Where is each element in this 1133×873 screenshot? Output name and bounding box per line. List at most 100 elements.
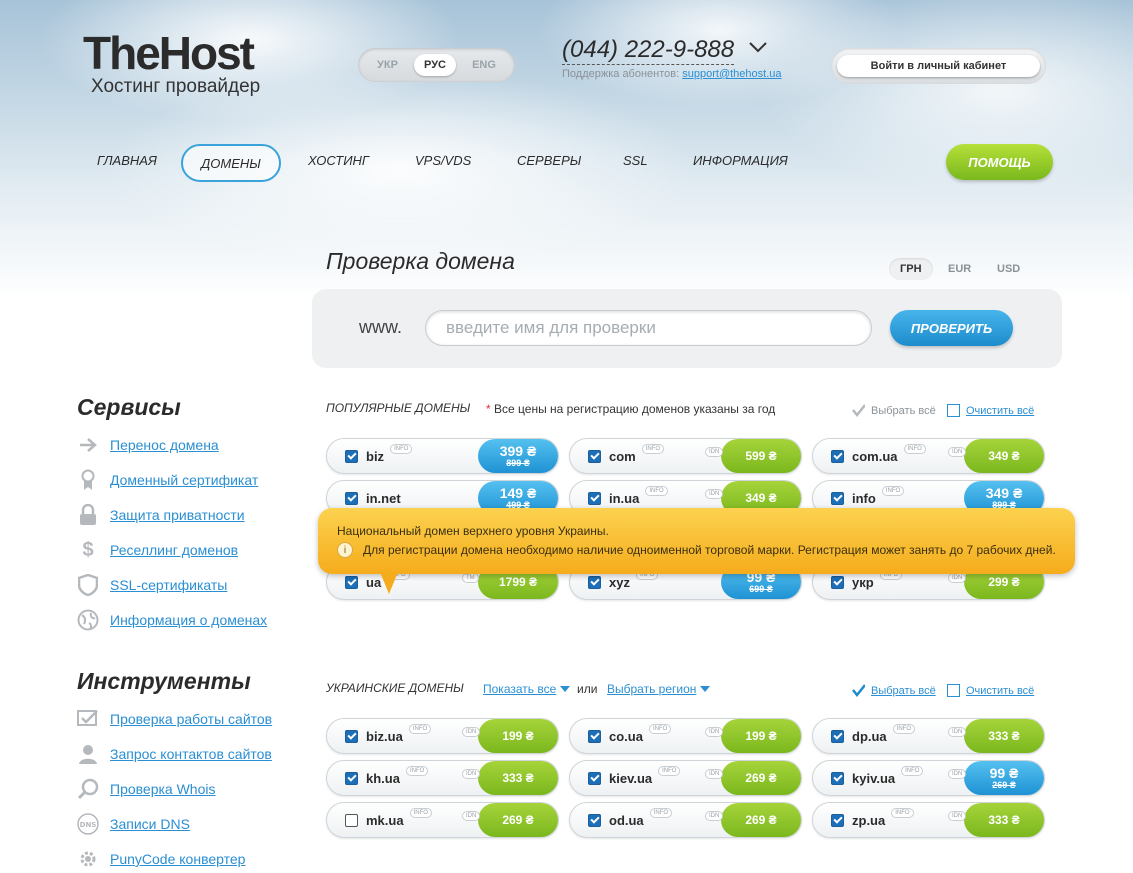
lang-rus[interactable]: РУС xyxy=(414,54,456,76)
sidebar-link-reselling[interactable]: $ Реселлинг доменов xyxy=(77,539,238,561)
info-badge[interactable]: INFO xyxy=(408,724,432,734)
domain-checkbox[interactable] xyxy=(831,491,844,505)
domain-pill-kh.ua[interactable]: kh.ua INFO IDN 333 ₴ xyxy=(326,760,559,796)
domain-pill-kyiv.ua[interactable]: kyiv.ua INFO IDN 99 ₴ 269 ₴ xyxy=(812,760,1045,796)
domain-checkbox[interactable] xyxy=(345,771,358,785)
select-region-dropdown[interactable]: Выбрать регион xyxy=(607,682,711,696)
help-button[interactable]: ПОМОЩЬ xyxy=(946,144,1053,180)
domain-checkbox[interactable] xyxy=(345,729,358,743)
domain-pill-com[interactable]: com INFO IDN 599 ₴ xyxy=(569,438,802,474)
empty-checkbox-icon[interactable] xyxy=(947,684,960,697)
phone-number[interactable]: (044) 222-9-888 xyxy=(562,36,735,65)
domain-checkbox[interactable] xyxy=(588,729,601,743)
domain-checkbox[interactable] xyxy=(588,449,601,463)
lang-ukr[interactable]: УКР xyxy=(367,54,408,76)
sidebar-link-label[interactable]: SSL-сертификаты xyxy=(110,577,227,593)
show-all-link[interactable]: Показать все xyxy=(483,682,556,696)
domain-checkbox[interactable] xyxy=(345,491,358,505)
select-all-label[interactable]: Выбрать всё xyxy=(871,405,936,417)
sidebar-link-domain-info[interactable]: Информация о доменах xyxy=(77,609,267,631)
sidebar-link-label[interactable]: Записи DNS xyxy=(110,816,190,832)
domain-pill-com.ua[interactable]: com.ua INFO IDN 349 ₴ xyxy=(812,438,1045,474)
sidebar-link-label[interactable]: Проверка Whois xyxy=(110,781,216,797)
nav-home[interactable]: ГЛАВНАЯ xyxy=(97,153,157,168)
domain-checkbox[interactable] xyxy=(588,813,601,827)
domain-search-input[interactable] xyxy=(425,310,872,346)
info-badge[interactable]: INFO xyxy=(881,486,905,496)
domain-pill-biz[interactable]: biz INFO 399 ₴ 899 ₴ xyxy=(326,438,559,474)
currency-uah[interactable]: ГРН xyxy=(889,258,933,280)
domain-pill-zp.ua[interactable]: zp.ua INFO IDN 333 ₴ xyxy=(812,802,1045,838)
sidebar-link-dns[interactable]: DNS Записи DNS xyxy=(77,813,190,835)
ukrainian-clear-all[interactable]: Очистить всё xyxy=(947,684,1034,697)
popular-clear-all[interactable]: Очистить всё xyxy=(947,404,1034,417)
domain-checkbox[interactable] xyxy=(588,771,601,785)
clear-all-link[interactable]: Очистить всё xyxy=(966,405,1034,417)
info-badge[interactable]: INFO xyxy=(405,766,429,776)
domain-pill-dp.ua[interactable]: dp.ua INFO IDN 333 ₴ xyxy=(812,718,1045,754)
sidebar-link-label[interactable]: Защита приватности xyxy=(110,507,245,523)
select-region-link[interactable]: Выбрать регион xyxy=(607,682,696,696)
domain-checkbox[interactable] xyxy=(345,449,358,463)
domain-checkbox[interactable] xyxy=(588,491,601,505)
info-badge[interactable]: INFO xyxy=(390,444,413,454)
support-email-link[interactable]: support@thehost.ua xyxy=(682,68,781,80)
sidebar-link-ssl[interactable]: SSL-сертификаты xyxy=(77,574,227,596)
sidebar-link-certificate[interactable]: Доменный сертификат xyxy=(77,469,258,491)
nav-hosting[interactable]: ХОСТИНГ xyxy=(308,153,369,168)
lang-eng[interactable]: ENG xyxy=(462,54,506,76)
sidebar-link-label[interactable]: Запрос контактов сайтов xyxy=(110,746,272,762)
sidebar-link-label[interactable]: Перенос домена xyxy=(110,437,219,453)
info-badge[interactable]: INFO xyxy=(648,724,672,734)
domain-pill-kiev.ua[interactable]: kiev.ua INFO IDN 269 ₴ xyxy=(569,760,802,796)
sidebar-link-label[interactable]: PunyCode конвертер xyxy=(110,851,245,867)
domain-checkbox[interactable] xyxy=(831,771,844,785)
domain-pill-biz.ua[interactable]: biz.ua INFO IDN 199 ₴ xyxy=(326,718,559,754)
info-badge[interactable]: INFO xyxy=(901,766,924,776)
sidebar-link-punycode[interactable]: PunyCode конвертер xyxy=(77,848,245,870)
info-badge[interactable]: INFO xyxy=(903,444,926,454)
currency-eur[interactable]: EUR xyxy=(937,258,982,280)
info-badge[interactable]: INFO xyxy=(891,808,914,818)
ukrainian-select-all[interactable]: Выбрать всё xyxy=(852,684,936,697)
domain-pill-od.ua[interactable]: od.ua INFO IDN 269 ₴ xyxy=(569,802,802,838)
check-button[interactable]: ПРОВЕРИТЬ xyxy=(890,310,1013,346)
sidebar-link-label[interactable]: Информация о доменах xyxy=(110,612,267,628)
domain-checkbox[interactable] xyxy=(588,575,601,589)
sidebar-link-privacy[interactable]: Защита приватности xyxy=(77,504,245,526)
sidebar-link-label[interactable]: Доменный сертификат xyxy=(110,472,258,488)
popular-select-all[interactable]: Выбрать всё xyxy=(852,404,936,417)
sidebar-link-contacts[interactable]: Запрос контактов сайтов xyxy=(77,743,272,765)
info-badge[interactable]: INFO xyxy=(649,808,673,818)
sidebar-link-site-check[interactable]: Проверка работы сайтов xyxy=(77,708,272,730)
nav-information[interactable]: ИНФОРМАЦИЯ xyxy=(693,153,788,168)
cabinet-button[interactable]: Войти в личный кабинет xyxy=(836,55,1041,77)
domain-pill-mk.ua[interactable]: mk.ua INFO IDN 269 ₴ xyxy=(326,802,559,838)
info-badge[interactable]: INFO xyxy=(641,444,665,454)
domain-checkbox[interactable] xyxy=(345,813,358,827)
info-badge[interactable]: INFO xyxy=(658,766,681,776)
currency-usd[interactable]: USD xyxy=(986,258,1031,280)
sidebar-link-label[interactable]: Проверка работы сайтов xyxy=(110,711,272,727)
chevron-down-icon[interactable] xyxy=(748,40,768,54)
select-all-link[interactable]: Выбрать всё xyxy=(871,685,936,697)
domain-checkbox[interactable] xyxy=(831,575,844,589)
nav-servers[interactable]: СЕРВЕРЫ xyxy=(517,153,581,168)
domain-pill-co.ua[interactable]: co.ua INFO IDN 199 ₴ xyxy=(569,718,802,754)
nav-domains[interactable]: ДОМЕНЫ xyxy=(181,144,281,182)
info-badge[interactable]: INFO xyxy=(409,808,432,818)
logo[interactable]: TheHost Хостинг провайдер xyxy=(83,30,260,98)
nav-vps[interactable]: VPS/VDS xyxy=(415,153,471,168)
info-badge[interactable]: INFO xyxy=(892,724,916,734)
sidebar-link-transfer[interactable]: Перенос домена xyxy=(77,434,219,456)
domain-checkbox[interactable] xyxy=(345,575,358,589)
domain-checkbox[interactable] xyxy=(831,449,844,463)
show-all-dropdown[interactable]: Показать все xyxy=(483,682,571,696)
sidebar-link-label[interactable]: Реселлинг доменов xyxy=(110,542,238,558)
info-badge[interactable]: INFO xyxy=(645,486,668,496)
sidebar-link-whois[interactable]: Проверка Whois xyxy=(77,778,216,800)
domain-checkbox[interactable] xyxy=(831,813,844,827)
empty-checkbox-icon[interactable] xyxy=(947,404,960,417)
nav-ssl[interactable]: SSL xyxy=(623,153,648,168)
domain-checkbox[interactable] xyxy=(831,729,844,743)
